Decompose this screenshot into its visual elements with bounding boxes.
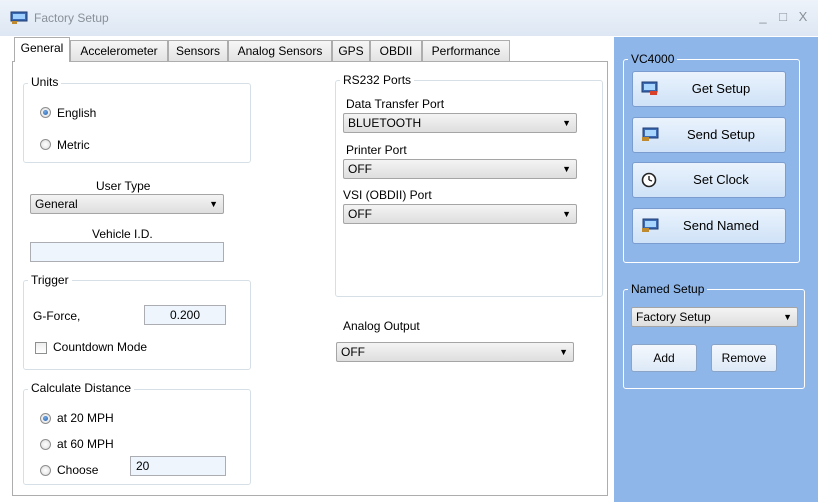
analog-output-value: OFF	[341, 345, 365, 359]
tab-analog-sensors[interactable]: Analog Sensors	[228, 40, 332, 61]
named-setup-group	[623, 289, 805, 389]
calc-distance-legend: Calculate Distance	[28, 381, 135, 395]
get-setup-label: Get Setup	[691, 81, 751, 96]
chevron-down-icon: ▼	[562, 164, 571, 174]
remove-button[interactable]: Remove	[711, 344, 777, 372]
printer-port-select[interactable]: OFF ▼	[343, 159, 577, 179]
radio-at-60-mph[interactable]	[40, 439, 51, 450]
radio-metric[interactable]	[40, 139, 51, 150]
units-legend: Units	[28, 75, 62, 89]
trigger-group	[23, 280, 251, 370]
printer-port-label: Printer Port	[346, 143, 407, 157]
named-setup-select[interactable]: Factory Setup ▼	[631, 307, 798, 327]
vsi-port-select[interactable]: OFF ▼	[343, 204, 577, 224]
maximize-button[interactable]: □	[774, 9, 792, 24]
rs232-legend: RS232 Ports	[340, 73, 415, 87]
chevron-down-icon: ▼	[559, 347, 568, 357]
tab-obdii[interactable]: OBDII	[370, 40, 422, 61]
gforce-label: G-Force,	[33, 309, 81, 323]
vc4000-legend: VC4000	[628, 52, 678, 66]
tab-performance[interactable]: Performance	[422, 40, 510, 61]
chevron-down-icon: ▼	[562, 118, 571, 128]
chevron-down-icon: ▼	[783, 312, 792, 322]
vsi-port-label: VSI (OBDII) Port	[343, 188, 432, 202]
vehicle-id-label: Vehicle I.D.	[92, 227, 153, 241]
send-setup-label: Send Setup	[687, 127, 755, 142]
radio-at-20-mph-label: at 20 MPH	[57, 411, 114, 425]
send-named-button[interactable]: Send Named	[632, 208, 786, 244]
chevron-down-icon: ▼	[209, 199, 218, 209]
vehicle-id-input[interactable]	[30, 242, 224, 262]
set-clock-button[interactable]: Set Clock	[632, 162, 786, 198]
user-type-select[interactable]: General ▼	[30, 194, 224, 214]
send-named-label: Send Named	[683, 218, 759, 233]
radio-english-label: English	[57, 106, 97, 120]
data-transfer-label: Data Transfer Port	[346, 97, 445, 111]
user-type-value: General	[35, 197, 78, 211]
radio-at-20-mph[interactable]	[40, 413, 51, 424]
choose-distance-input[interactable]: 20	[130, 456, 226, 476]
send-setup-button[interactable]: Send Setup	[632, 117, 786, 153]
title-bar: Factory Setup _ □ X	[0, 0, 818, 36]
radio-metric-label: Metric	[57, 138, 90, 152]
tab-gps[interactable]: GPS	[332, 40, 370, 61]
add-button[interactable]: Add	[631, 344, 697, 372]
window-title: Factory Setup	[34, 11, 109, 25]
countdown-label: Countdown Mode	[53, 340, 148, 354]
analog-output-label: Analog Output	[343, 319, 420, 333]
chevron-down-icon: ▼	[562, 209, 571, 219]
get-setup-button[interactable]: Get Setup	[632, 71, 786, 107]
analog-output-select[interactable]: OFF ▼	[336, 342, 574, 362]
radio-choose[interactable]	[40, 465, 51, 476]
radio-at-60-mph-label: at 60 MPH	[57, 437, 114, 451]
named-setup-legend: Named Setup	[628, 282, 708, 296]
tab-general[interactable]: General	[14, 37, 70, 62]
gforce-input[interactable]: 0.200	[144, 305, 226, 325]
minimize-button[interactable]: _	[754, 9, 772, 24]
data-transfer-select[interactable]: BLUETOOTH ▼	[343, 113, 577, 133]
user-type-label: User Type	[96, 179, 151, 193]
radio-choose-label: Choose	[57, 463, 99, 477]
tab-accelerometer[interactable]: Accelerometer	[70, 40, 168, 61]
printer-port-value: OFF	[348, 162, 372, 176]
radio-english[interactable]	[40, 107, 51, 118]
data-transfer-value: BLUETOOTH	[348, 116, 422, 130]
countdown-checkbox[interactable]	[35, 342, 47, 354]
tab-sensors[interactable]: Sensors	[168, 40, 228, 61]
named-setup-value: Factory Setup	[636, 310, 711, 324]
close-button[interactable]: X	[794, 9, 812, 24]
app-icon	[10, 11, 28, 24]
trigger-legend: Trigger	[28, 273, 72, 287]
set-clock-label: Set Clock	[693, 172, 749, 187]
vsi-port-value: OFF	[348, 207, 372, 221]
